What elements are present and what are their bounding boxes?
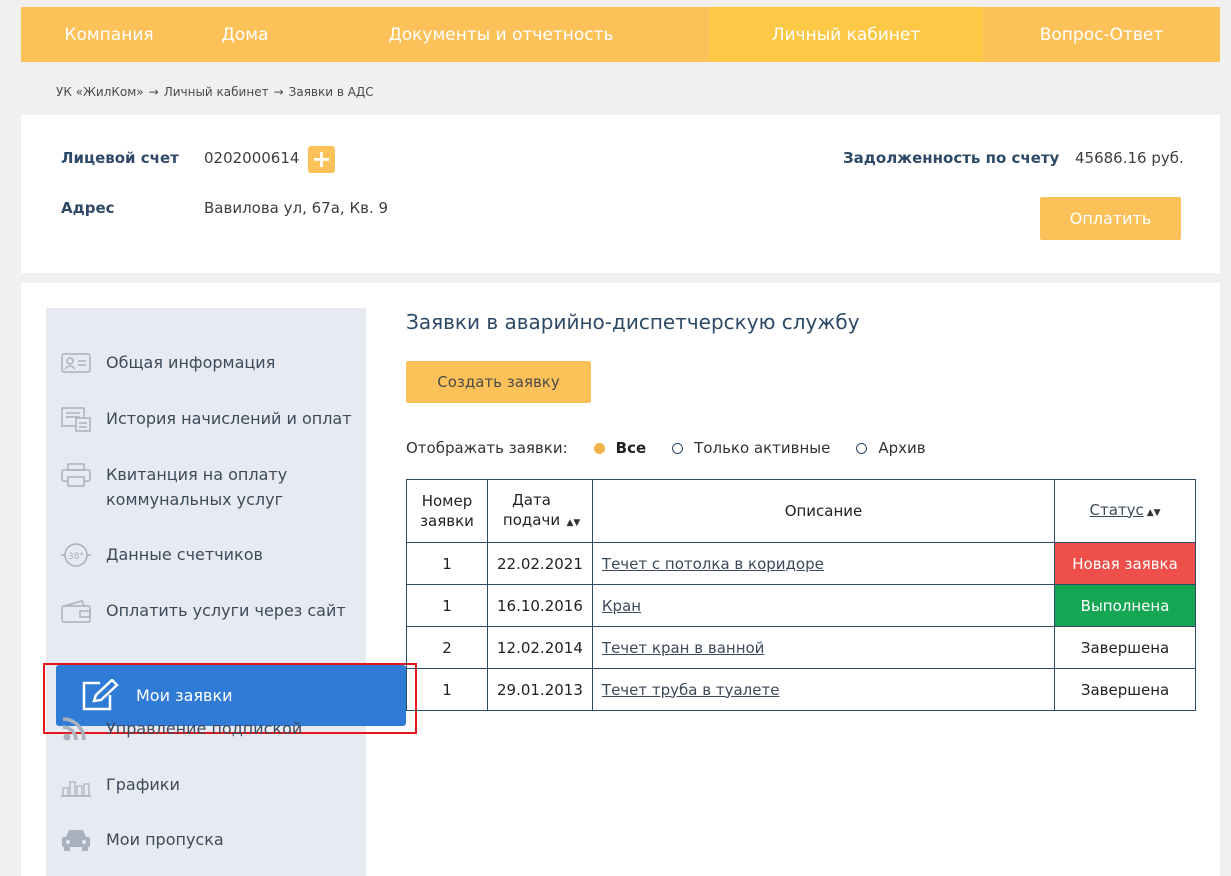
sidebar-item-label: Данные счетчиков <box>106 545 263 564</box>
nav-item-documents[interactable]: Документы и отчетность <box>293 7 709 62</box>
status-badge: Новая заявка <box>1054 542 1196 585</box>
request-number: 2 <box>406 626 488 669</box>
meter-icon: 38° <box>60 542 92 568</box>
table-row: 1 16.10.2016 Кран Выполнена <box>406 584 1196 627</box>
account-number-label: Лицевой счет <box>61 149 179 167</box>
request-description-cell: Течет кран в ванной <box>591 626 1056 669</box>
sidebar-item-charges-history[interactable]: История начислений и оплат <box>60 406 352 432</box>
sort-icon[interactable]: ▲▼ <box>1147 508 1161 518</box>
breadcrumb-current: Заявки в АДС <box>288 85 374 99</box>
breadcrumb-cabinet[interactable]: Личный кабинет <box>164 85 269 99</box>
request-description-link[interactable]: Течет с потолка в коридоре <box>602 555 824 573</box>
filter-option-active[interactable]: Только активные <box>672 439 830 457</box>
request-description-cell: Течет с потолка в коридоре <box>591 542 1056 585</box>
request-number: 1 <box>406 542 488 585</box>
account-panel: Лицевой счет 0202000614 + Адрес Вавилова… <box>21 115 1220 273</box>
debt-label: Задолженность по счету <box>843 149 1060 167</box>
sidebar-item-label: Графики <box>106 775 180 794</box>
debt-value: 45686.16 руб. <box>1075 149 1184 167</box>
request-date: 12.02.2014 <box>486 626 593 669</box>
edit-icon <box>80 677 122 713</box>
nav-item-company[interactable]: Компания <box>21 7 197 62</box>
request-date: 22.02.2021 <box>486 542 593 585</box>
status-sort-link[interactable]: Статус <box>1089 501 1143 519</box>
nav-item-houses[interactable]: Дома <box>197 7 293 62</box>
table-row: 1 29.01.2013 Течет труба в туалете Завер… <box>406 668 1196 711</box>
sidebar-item-label: Оплатить услуги через сайт <box>106 601 346 620</box>
radio-icon <box>672 442 684 454</box>
request-number: 1 <box>406 584 488 627</box>
status-badge: Завершена <box>1054 668 1196 711</box>
sidebar-item-label: История начислений и оплат <box>106 409 352 428</box>
column-header-label: Дата подачи <box>502 490 561 529</box>
nav-item-personal-cabinet[interactable]: Личный кабинет <box>709 7 983 62</box>
breadcrumb-separator: → <box>273 85 284 99</box>
filter-label: Отображать заявки: <box>406 439 568 457</box>
table-row: 2 12.02.2014 Течет кран в ванной Заверше… <box>406 626 1196 669</box>
printer-icon <box>60 462 92 488</box>
pay-button[interactable]: Оплатить <box>1040 197 1181 240</box>
calculator-icon <box>60 406 92 432</box>
sidebar-item-passes[interactable]: Мои пропуска <box>60 827 224 853</box>
request-description-link[interactable]: Кран <box>602 597 641 615</box>
column-header-number: Номер заявки <box>406 479 488 543</box>
sidebar-item-label: Мои заявки <box>136 686 233 705</box>
filter-option-label: Все <box>615 439 647 457</box>
request-description-link[interactable]: Течет труба в туалете <box>602 681 780 699</box>
svg-text:38°: 38° <box>68 552 84 562</box>
sidebar-item-pay-online[interactable]: Оплатить услуги через сайт <box>60 598 346 624</box>
requests-table: Номер заявки Дата подачи ▲▼ Описание Стат… <box>406 479 1196 711</box>
add-account-button[interactable]: + <box>308 146 335 173</box>
sidebar: Общая информация История начислений и оп… <box>43 308 417 876</box>
nav-item-faq[interactable]: Вопрос-Ответ <box>983 7 1220 62</box>
column-header-status[interactable]: Статус ▲▼ <box>1054 479 1196 543</box>
radio-icon <box>856 442 868 454</box>
sidebar-item-label: Общая информация <box>106 353 276 372</box>
sort-icon[interactable]: ▲▼ <box>567 518 581 528</box>
id-card-icon <box>60 350 92 376</box>
request-date: 16.10.2016 <box>486 584 593 627</box>
request-date: 29.01.2013 <box>486 668 593 711</box>
page-title: Заявки в аварийно-диспетчерскую службу <box>406 310 860 334</box>
request-filter: Отображать заявки: Все Только активные А… <box>406 439 926 457</box>
breadcrumb: УК «ЖилКом» → Личный кабинет → Заявки в … <box>56 85 374 99</box>
status-badge: Выполнена <box>1054 584 1196 627</box>
main-panel: Общая информация История начислений и оп… <box>21 283 1220 876</box>
filter-option-archive[interactable]: Архив <box>856 439 926 457</box>
table-row: 1 22.02.2021 Течет с потолка в коридоре … <box>406 542 1196 585</box>
table-header-row: Номер заявки Дата подачи ▲▼ Описание Стат… <box>406 479 1196 543</box>
wallet-icon <box>60 598 92 624</box>
sidebar-item-meters[interactable]: 38° Данные счетчиков <box>60 542 263 568</box>
sidebar-item-charts[interactable]: Графики <box>60 772 180 798</box>
sidebar-item-label: Мои пропуска <box>106 830 224 849</box>
rss-icon <box>60 716 92 742</box>
request-description-cell: Течет труба в туалете <box>591 668 1056 711</box>
filter-option-all[interactable]: Все <box>593 439 647 457</box>
filter-option-label: Только активные <box>694 439 831 457</box>
column-header-label: Номер заявки <box>420 492 474 530</box>
breadcrumb-separator: → <box>148 85 159 99</box>
address-label: Адрес <box>61 199 115 217</box>
sidebar-item-label: Управление подпиской <box>106 719 303 738</box>
radio-selected-icon <box>593 442 605 454</box>
plus-icon: + <box>311 145 332 173</box>
address-value: Вавилова ул, 67а, Кв. 9 <box>204 199 389 217</box>
sidebar-item-subscription[interactable]: Управление подпиской <box>60 716 302 742</box>
sidebar-item-label: Квитанция на оплату коммунальных услуг <box>106 465 288 509</box>
create-request-button[interactable]: Создать заявку <box>406 361 591 403</box>
breadcrumb-company[interactable]: УК «ЖилКом» <box>56 85 144 99</box>
filter-option-label: Архив <box>878 439 926 457</box>
account-number-value: 0202000614 <box>204 149 300 167</box>
bar-chart-icon <box>60 772 92 798</box>
request-number: 1 <box>406 668 488 711</box>
car-icon <box>60 827 92 853</box>
request-description-link[interactable]: Течет кран в ванной <box>602 639 765 657</box>
status-badge: Завершена <box>1054 626 1196 669</box>
sidebar-item-general-info[interactable]: Общая информация <box>60 350 275 376</box>
request-description-cell: Кран <box>591 584 1056 627</box>
column-header-description: Описание <box>591 479 1056 543</box>
column-header-date[interactable]: Дата подачи ▲▼ <box>486 479 593 543</box>
top-navigation: Компания Дома Документы и отчетность Лич… <box>21 7 1220 62</box>
sidebar-item-receipt[interactable]: Квитанция на оплату коммунальных услуг <box>60 462 306 512</box>
